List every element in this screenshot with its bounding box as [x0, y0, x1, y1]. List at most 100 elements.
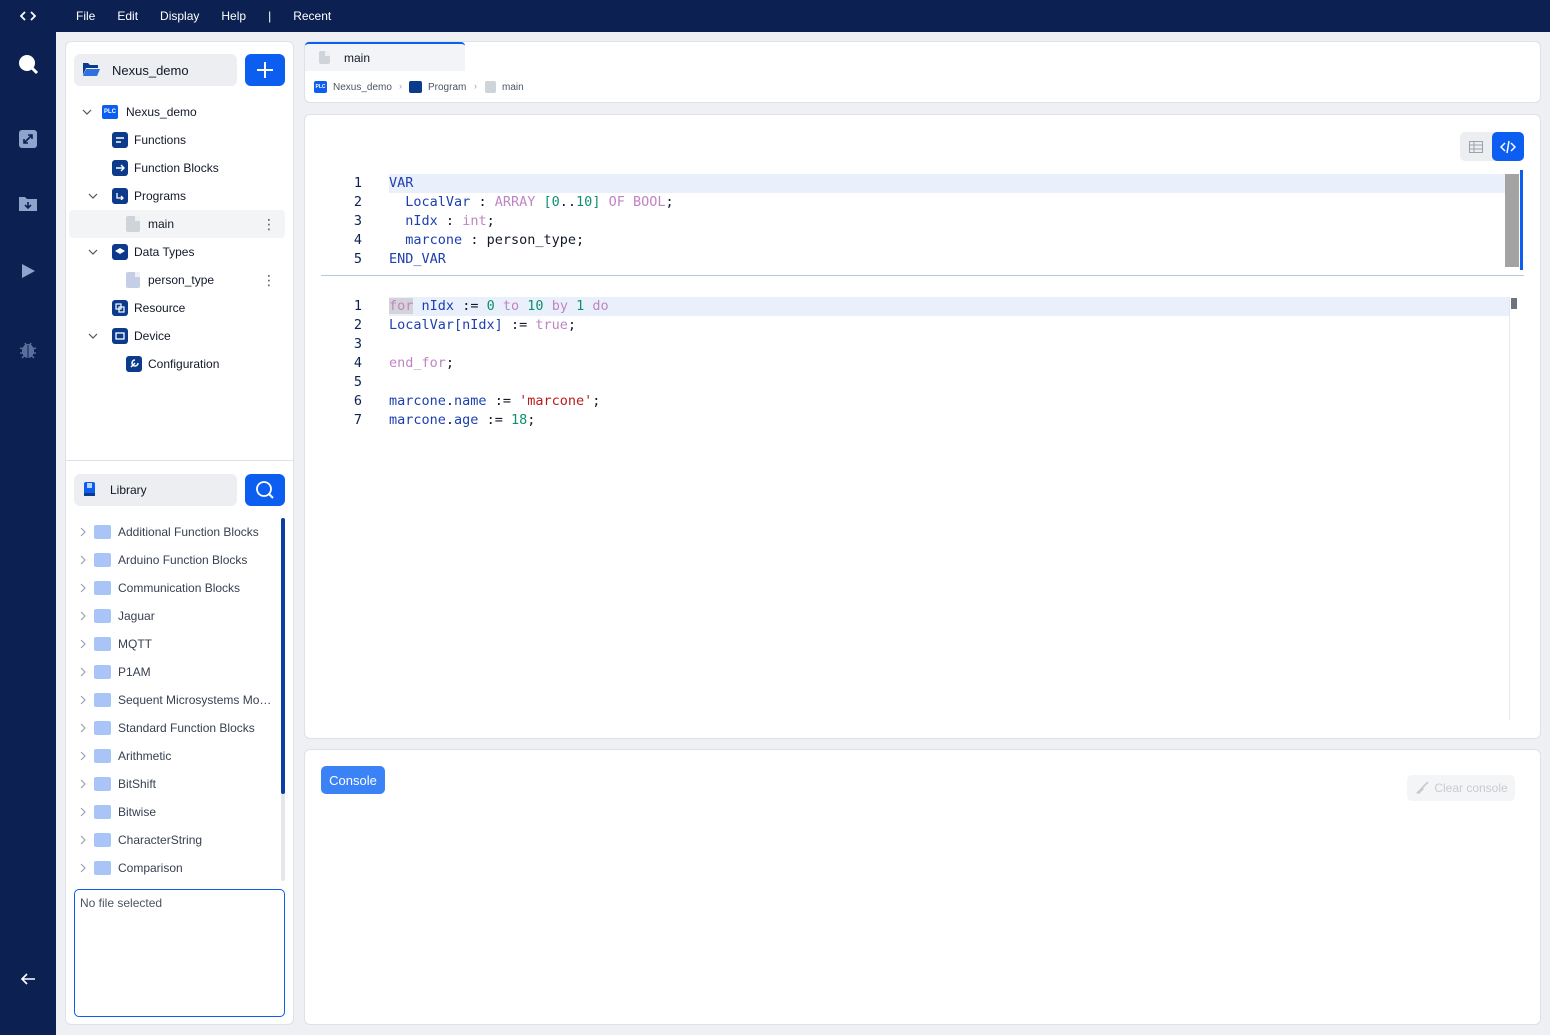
- library-item[interactable]: CharacterString: [76, 826, 276, 854]
- more-options-icon[interactable]: ⋮: [262, 216, 276, 233]
- expand-icon[interactable]: [16, 127, 40, 151]
- tree-item-resource[interactable]: Resource: [112, 294, 185, 322]
- chevron-right-icon[interactable]: [78, 611, 88, 621]
- tree-item-root[interactable]: PLC Nexus_demo: [80, 98, 197, 126]
- library-item[interactable]: Communication Blocks: [76, 574, 276, 602]
- tree-item-person-type[interactable]: person_type ⋮: [126, 266, 285, 294]
- line-number: 1: [353, 298, 362, 314]
- library-item[interactable]: MQTT: [76, 630, 276, 658]
- editor-minimap-marker: [1511, 298, 1517, 309]
- code-line: marcone : person_type;: [405, 232, 585, 248]
- tree-item-device[interactable]: Device: [86, 322, 171, 350]
- console-tab-button[interactable]: Console: [321, 766, 385, 794]
- tree-label: Function Blocks: [134, 161, 219, 175]
- code-line: end_for;: [389, 355, 455, 371]
- library-item[interactable]: Additional Function Blocks: [76, 518, 276, 546]
- library-item[interactable]: Arduino Function Blocks: [76, 546, 276, 574]
- library-item-label: Bitwise: [118, 805, 157, 819]
- editor-split-divider[interactable]: [321, 275, 1524, 276]
- library-item-label: MQTT: [118, 637, 152, 651]
- tree-item-data-types[interactable]: Data Types: [86, 238, 194, 266]
- chevron-right-icon[interactable]: [78, 751, 88, 761]
- chevron-down-icon[interactable]: [88, 247, 98, 257]
- library-item-label: Sequent Microsystems Modules: [118, 693, 273, 707]
- tree-item-functions[interactable]: Functions: [112, 126, 186, 154]
- search-icon: [256, 481, 274, 499]
- editor-scrollbar-thumb[interactable]: [1505, 174, 1519, 267]
- chevron-right-icon[interactable]: [78, 667, 88, 677]
- library-selector[interactable]: Library: [74, 474, 237, 506]
- clear-console-button[interactable]: Clear console: [1407, 775, 1515, 801]
- chevron-right-icon[interactable]: [78, 863, 88, 873]
- code-line: marcone.age := 18;: [389, 412, 536, 428]
- library-item[interactable]: Bitwise: [76, 798, 276, 826]
- project-selector[interactable]: Nexus_demo: [74, 54, 237, 86]
- tree-item-function-blocks[interactable]: Function Blocks: [112, 154, 219, 182]
- line-number: 1: [353, 175, 362, 191]
- library-item-label: Arduino Function Blocks: [118, 553, 248, 567]
- menu-file[interactable]: File: [76, 9, 95, 23]
- library-search-button[interactable]: [245, 474, 285, 506]
- tree-label: Nexus_demo: [126, 105, 197, 119]
- breadcrumb-main[interactable]: main: [485, 80, 524, 94]
- chevron-right-icon[interactable]: [78, 723, 88, 733]
- chevron-right-icon[interactable]: [78, 695, 88, 705]
- menu-edit[interactable]: Edit: [117, 9, 138, 23]
- code-brackets-icon[interactable]: [16, 4, 40, 28]
- library-item[interactable]: Jaguar: [76, 602, 276, 630]
- breadcrumb-project[interactable]: PLC Nexus_demo: [314, 80, 392, 94]
- tree-item-configuration[interactable]: Configuration: [126, 350, 219, 378]
- table-view-button[interactable]: [1460, 132, 1492, 161]
- library-item[interactable]: Standard Function Blocks: [76, 714, 276, 742]
- library-item[interactable]: BitShift: [76, 770, 276, 798]
- library-item[interactable]: Comparison: [76, 854, 276, 882]
- search-icon[interactable]: [16, 52, 40, 76]
- tree-item-programs[interactable]: Programs: [86, 182, 186, 210]
- programs-icon: [112, 188, 128, 204]
- library-item[interactable]: Arithmetic: [76, 742, 276, 770]
- file-details-box[interactable]: No file selected: [74, 889, 285, 1017]
- folder-icon: [94, 721, 111, 735]
- resource-icon: [112, 300, 128, 316]
- menu-recent[interactable]: Recent: [293, 9, 331, 23]
- menu-display[interactable]: Display: [160, 9, 199, 23]
- menu-help[interactable]: Help: [221, 9, 246, 23]
- bug-icon[interactable]: [16, 338, 40, 362]
- code-line: for nIdx := 0 to 10 by 1 do: [389, 298, 609, 314]
- tree-item-main[interactable]: main ⋮: [126, 210, 285, 238]
- menu-bar: File Edit Display Help | Recent: [56, 0, 1550, 32]
- chevron-right-icon[interactable]: [78, 639, 88, 649]
- view-toggle: [1460, 132, 1524, 161]
- chevron-down-icon[interactable]: [88, 331, 98, 341]
- download-folder-icon[interactable]: [16, 191, 40, 215]
- file-icon: [126, 272, 140, 288]
- collapse-arrow-icon[interactable]: [16, 967, 40, 991]
- project-name: Nexus_demo: [112, 62, 189, 78]
- chevron-right-icon[interactable]: [78, 583, 88, 593]
- add-button[interactable]: [245, 54, 285, 86]
- programs-icon: [409, 81, 422, 93]
- tree-label: Configuration: [148, 357, 220, 371]
- play-icon[interactable]: [16, 259, 40, 283]
- chevron-right-icon[interactable]: [78, 835, 88, 845]
- chevron-right-icon[interactable]: [78, 779, 88, 789]
- breadcrumb-program[interactable]: Program: [409, 80, 466, 94]
- line-number: 7: [353, 412, 362, 428]
- file-icon: [319, 51, 330, 64]
- library-item[interactable]: P1AM: [76, 658, 276, 686]
- chevron-right-icon[interactable]: [78, 807, 88, 817]
- library-scrollbar-thumb[interactable]: [281, 518, 285, 794]
- chevron-right-icon[interactable]: [78, 555, 88, 565]
- chevron-down-icon[interactable]: [88, 191, 98, 201]
- code-view-button[interactable]: [1492, 132, 1524, 161]
- folder-icon: [94, 777, 111, 791]
- chevron-down-icon[interactable]: [82, 107, 92, 117]
- tab-main[interactable]: main: [305, 42, 465, 71]
- folder-icon: [94, 805, 111, 819]
- editor-ruler: [1509, 297, 1510, 720]
- more-options-icon[interactable]: ⋮: [262, 272, 276, 289]
- chevron-right-icon[interactable]: [78, 527, 88, 537]
- library-item[interactable]: Sequent Microsystems Modules: [76, 686, 276, 714]
- folder-open-icon: [82, 61, 100, 80]
- tree-label: Programs: [134, 189, 187, 203]
